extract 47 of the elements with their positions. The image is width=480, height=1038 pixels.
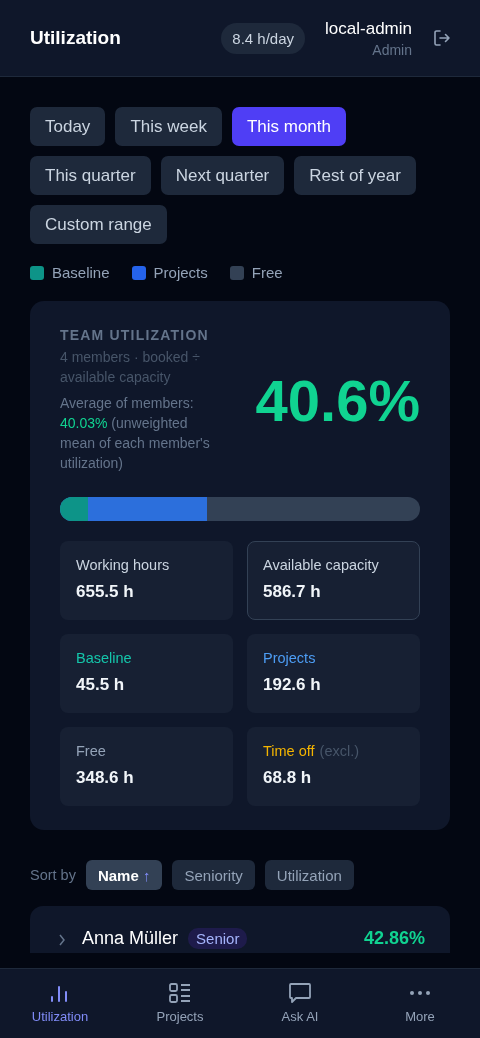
stat-label: Free — [76, 743, 106, 759]
period-tab[interactable]: Next quarter — [160, 156, 285, 195]
seniority-badge: Senior — [188, 928, 248, 949]
list-icon — [168, 981, 192, 1005]
nav-tab[interactable]: More — [360, 969, 480, 1038]
legend-label: Free — [251, 264, 283, 281]
stat-value: 68.8 h — [263, 768, 313, 788]
stat-value: 586.7 h — [263, 582, 322, 602]
stat-value: 348.6 h — [76, 768, 135, 788]
stat-label: Working hours — [76, 557, 170, 573]
period-tab[interactable]: This week — [115, 107, 222, 146]
period-tab[interactable]: This quarter — [30, 156, 151, 195]
sort-label: Sort by — [30, 867, 76, 883]
member-card[interactable]: Anna Müller Senior 42.86% — [30, 906, 450, 953]
stat-label: Projects — [263, 650, 316, 666]
user-role: Admin — [372, 41, 412, 58]
stat-value: 655.5 h — [76, 582, 135, 602]
member-name: Anna Müller — [82, 928, 179, 949]
nav-tab[interactable]: Ask AI — [240, 969, 360, 1038]
user-name: local-admin — [325, 18, 412, 39]
card-subtitle: 4 members · booked ÷ available capacity — [60, 348, 201, 387]
stat-label: Time off — [263, 743, 315, 759]
stat-label: Available capacity — [263, 557, 379, 573]
legend-label: Baseline — [52, 264, 110, 281]
nav-tab[interactable]: Projects — [120, 969, 240, 1038]
nav-tab[interactable]: Utilization — [0, 969, 120, 1038]
average-note: Average of members: 40.03% (unweighted mean of each member's utilization) — [60, 394, 211, 473]
page-title: Utilization — [30, 27, 122, 49]
period-tab[interactable]: Rest of year — [294, 156, 416, 195]
sort-chip[interactable]: Seniority — [172, 860, 255, 890]
more-icon — [408, 989, 432, 997]
stat-value: 192.6 h — [263, 675, 322, 695]
legend-label: Projects — [153, 264, 208, 281]
utilization-percentage: 40.6% — [254, 366, 420, 434]
period-tab[interactable]: Today — [30, 107, 106, 146]
card-heading: TEAM UTILIZATION — [60, 327, 210, 343]
hours-per-day-badge: 8.4 h/day — [221, 22, 306, 54]
logout-icon — [432, 28, 452, 48]
logout-button[interactable] — [432, 28, 452, 48]
stat-value: 45.5 h — [76, 675, 126, 695]
sort-chip[interactable]: Utilization — [264, 860, 354, 890]
stat-label: Baseline — [76, 650, 132, 666]
chat-bubble-icon — [288, 981, 312, 1005]
period-tab[interactable]: This month — [231, 107, 346, 146]
sort-chip[interactable]: Name ↑ — [85, 860, 163, 890]
period-tab[interactable]: Custom range — [30, 205, 167, 244]
member-utilization: 42.86% — [363, 928, 425, 949]
